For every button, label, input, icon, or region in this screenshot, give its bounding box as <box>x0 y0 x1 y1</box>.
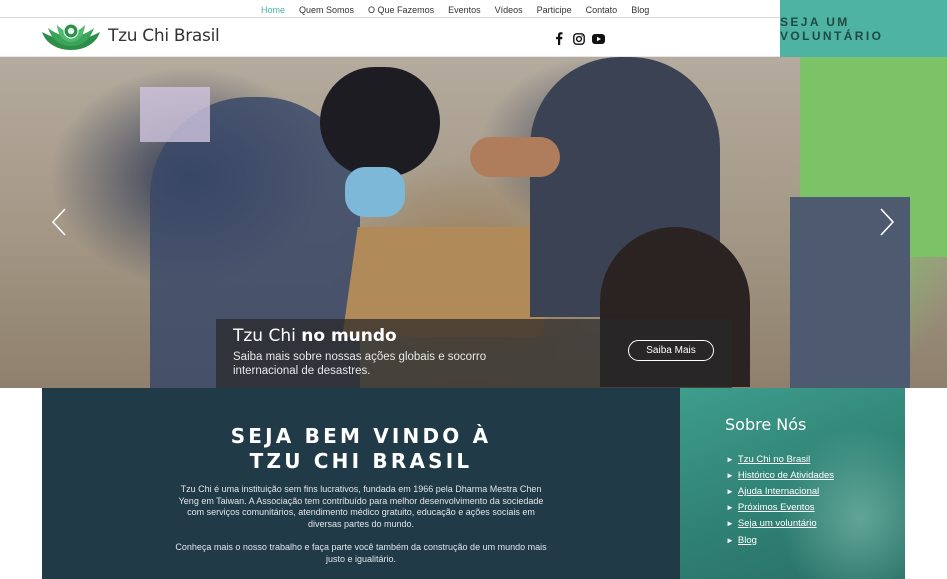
saiba-mais-button[interactable]: Saiba Mais <box>628 340 714 361</box>
hero-photo-mask <box>345 167 405 217</box>
nav-item-participe[interactable]: Participe <box>530 4 579 17</box>
list-item: ► Próximos Eventos <box>726 500 834 516</box>
link-historico-atividades[interactable]: Histórico de Atividades <box>738 470 834 481</box>
social-links <box>552 32 605 45</box>
welcome-heading-line1: SEJA BEM VINDO À <box>230 424 492 448</box>
about-links: ► Tzu Chi no Brasil ► Histórico de Ativid… <box>726 451 834 548</box>
link-ajuda-internacional[interactable]: Ajuda Internacional <box>738 486 819 497</box>
nav-item-quem-somos[interactable]: Quem Somos <box>292 4 361 17</box>
triangle-icon: ► <box>726 454 734 464</box>
nav-item-home[interactable]: Home <box>254 4 292 17</box>
link-seja-voluntario[interactable]: Seja um voluntário <box>738 518 817 529</box>
hero-description: Saiba mais sobre nossas ações globais e … <box>233 351 487 377</box>
tzu-chi-logo[interactable] <box>40 20 102 52</box>
list-item: ► Blog <box>726 532 834 548</box>
hero-slideshow: Tzu Chi no mundo Saiba mais sobre nossas… <box>0 57 947 388</box>
hero-caption-box: Tzu Chi no mundo Saiba mais sobre nossas… <box>216 319 732 388</box>
hero-title-normal: Tzu Chi <box>233 326 302 346</box>
volunteer-button[interactable]: SEJA UM VOLUNTÁRIO <box>780 0 947 57</box>
nav-item-o-que-fazemos[interactable]: O Que Fazemos <box>361 4 441 17</box>
instagram-icon[interactable] <box>572 32 585 45</box>
about-title: Sobre Nós <box>725 415 807 434</box>
welcome-section: SEJA BEM VINDO À TZU CHI BRASIL Tzu Chi … <box>42 388 680 579</box>
nav-item-eventos[interactable]: Eventos <box>441 4 488 17</box>
list-item: ► Tzu Chi no Brasil <box>726 451 834 467</box>
hero-title: Tzu Chi no mundo <box>233 326 397 346</box>
triangle-icon: ► <box>726 519 734 529</box>
nav-item-blog[interactable]: Blog <box>624 4 656 17</box>
triangle-icon: ► <box>726 535 734 545</box>
hero-photo-bag <box>140 87 210 142</box>
welcome-paragraph-1: Tzu Chi é uma instituição sem fins lucra… <box>178 484 544 529</box>
hero-photo-arm <box>470 137 560 177</box>
nav-divider <box>0 17 780 18</box>
link-proximos-eventos[interactable]: Próximos Eventos <box>738 502 815 513</box>
facebook-icon[interactable] <box>552 32 565 45</box>
triangle-icon: ► <box>726 486 734 496</box>
list-item: ► Ajuda Internacional <box>726 483 834 499</box>
nav-item-contato[interactable]: Contato <box>579 4 625 17</box>
list-item: ► Histórico de Atividades <box>726 467 834 483</box>
list-item: ► Seja um voluntário <box>726 516 834 532</box>
slideshow-next-arrow[interactable] <box>878 207 896 237</box>
youtube-icon[interactable] <box>592 32 605 45</box>
hero-title-bold: no mundo <box>301 326 397 346</box>
triangle-icon: ► <box>726 470 734 480</box>
slideshow-prev-arrow[interactable] <box>50 207 68 237</box>
welcome-heading-line2: TZU CHI BRASIL <box>249 449 473 473</box>
site-header: Home Quem Somos O Que Fazemos Eventos Ví… <box>0 0 947 57</box>
link-blog[interactable]: Blog <box>738 535 757 546</box>
hero-photo-head <box>320 67 440 177</box>
link-tzu-chi-no-brasil[interactable]: Tzu Chi no Brasil <box>738 454 810 465</box>
brand-name[interactable]: Tzu Chi Brasil <box>108 26 220 46</box>
triangle-icon: ► <box>726 503 734 513</box>
nav-item-videos[interactable]: Vídeos <box>488 4 530 17</box>
about-section: Sobre Nós ► Tzu Chi no Brasil ► Histórico… <box>680 388 905 579</box>
welcome-paragraph-2: Conheça mais o nosso trabalho e faça par… <box>175 542 547 564</box>
main-nav: Home Quem Somos O Que Fazemos Eventos Ví… <box>254 4 656 17</box>
welcome-heading: SEJA BEM VINDO À TZU CHI BRASIL <box>42 424 680 474</box>
